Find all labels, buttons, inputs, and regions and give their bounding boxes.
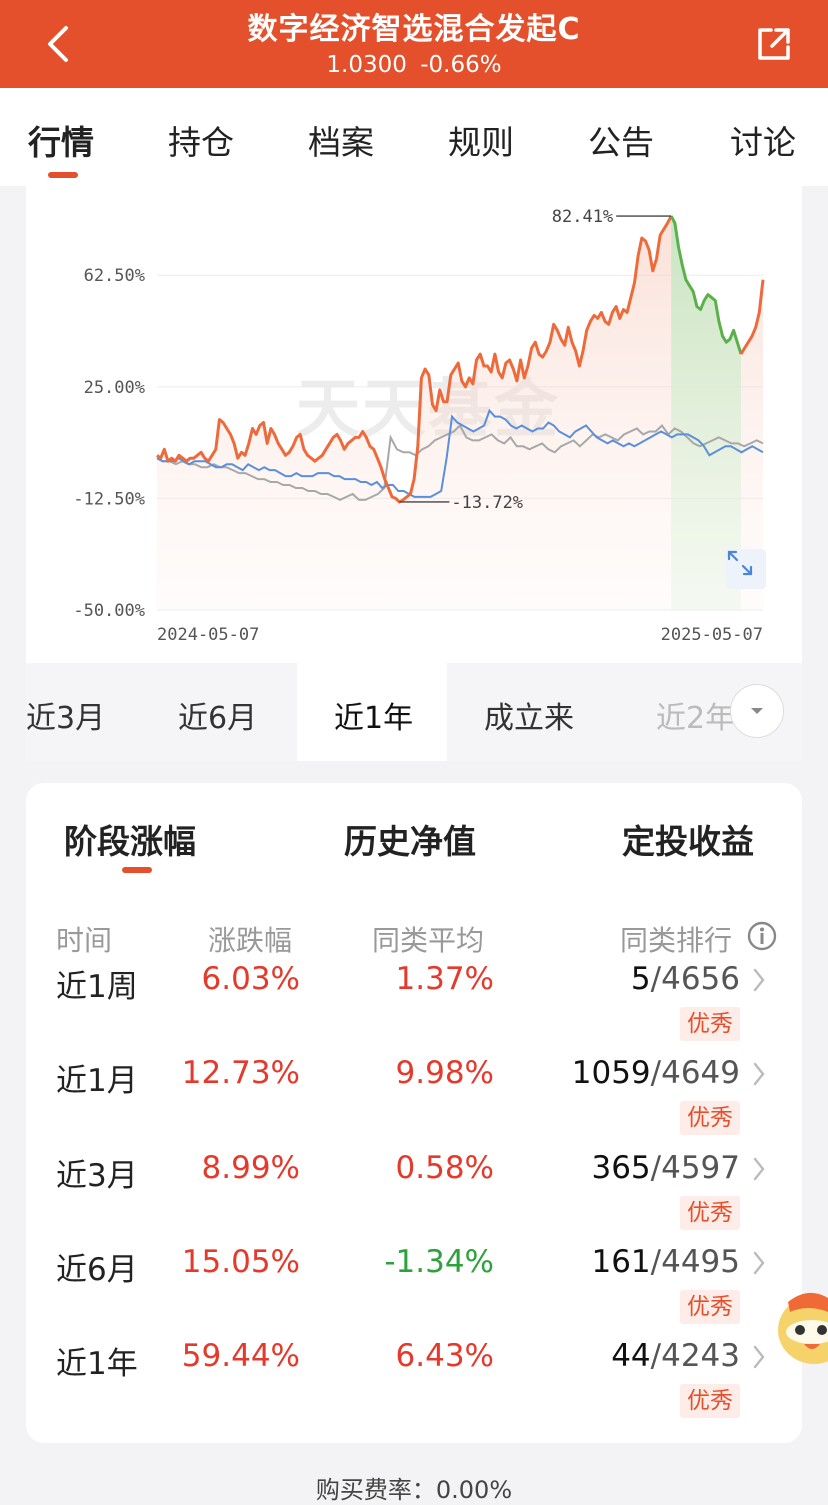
chevron-right-icon bbox=[753, 1157, 765, 1181]
row-period: 近6月 bbox=[56, 1252, 138, 1288]
caret-down-icon bbox=[751, 708, 763, 714]
chevron-right-icon bbox=[753, 1251, 765, 1275]
range-1y[interactable]: 近1年 bbox=[334, 693, 413, 737]
table-row[interactable]: 近1周 6.03% 1.37% 5/4656 优秀 bbox=[26, 961, 802, 1055]
rank-position: 5 bbox=[630, 961, 651, 997]
tab-announcements[interactable]: 公告 bbox=[588, 116, 654, 164]
status-badge: 优秀 bbox=[680, 1384, 740, 1418]
status-badge: 优秀 bbox=[680, 1101, 740, 1135]
range-3m[interactable]: 近3月 bbox=[26, 693, 105, 737]
row-change: 12.73% bbox=[181, 1055, 300, 1091]
row-peer-average: -1.34% bbox=[384, 1244, 494, 1280]
fee-value: 0.00% bbox=[435, 1476, 513, 1504]
row-period: 近1月 bbox=[56, 1063, 138, 1099]
tab-discussion[interactable]: 讨论 bbox=[730, 116, 796, 164]
y-tick-label: 25.00% bbox=[84, 378, 145, 398]
header-peer-rank: 同类排行 bbox=[620, 924, 733, 957]
rank-position: 365 bbox=[591, 1150, 651, 1186]
rank-total: /4656 bbox=[650, 961, 740, 997]
app-header: 数字经济智选混合发起C 1.0300 -0.66% bbox=[0, 0, 828, 88]
row-peer-average: 6.43% bbox=[395, 1338, 494, 1374]
range-more-button[interactable] bbox=[730, 684, 784, 738]
expand-chart-button[interactable] bbox=[726, 549, 766, 589]
chart-canvas: 62.50% 25.00% -12.50% -50.00% 2024-05-07 2025… bbox=[73, 207, 765, 645]
y-tick-label: -50.00% bbox=[73, 601, 145, 621]
chevron-right-icon bbox=[753, 1345, 765, 1369]
rank-total: /4597 bbox=[650, 1150, 740, 1186]
tab-holdings[interactable]: 持仓 bbox=[168, 116, 234, 164]
range-selector: 近3月 近6月 近1年 成立来 近2年 bbox=[26, 663, 802, 761]
tab-rules[interactable]: 规则 bbox=[448, 116, 514, 164]
table-row[interactable]: 近6月 15.05% -1.34% 161/4495 优秀 bbox=[26, 1244, 802, 1338]
row-peer-average: 1.37% bbox=[395, 961, 494, 997]
header-change: 涨跌幅 bbox=[208, 924, 293, 957]
purchase-fee: 购买费率：0.00% bbox=[0, 1470, 828, 1505]
expand-icon bbox=[727, 550, 753, 576]
nav-value: 1.0300 bbox=[326, 52, 407, 78]
nav-change: -0.66% bbox=[420, 52, 502, 78]
info-icon[interactable] bbox=[746, 920, 778, 952]
min-label: -13.72% bbox=[451, 493, 523, 513]
active-tab-indicator bbox=[48, 172, 78, 178]
status-badge: 优秀 bbox=[680, 1290, 740, 1324]
fee-label: 购买费率： bbox=[315, 1476, 436, 1504]
row-change: 8.99% bbox=[201, 1150, 300, 1186]
row-rank: 5/4656 bbox=[631, 961, 740, 997]
row-period: 近1年 bbox=[56, 1346, 138, 1382]
range-2y[interactable]: 近2年 bbox=[656, 693, 735, 737]
row-change: 59.44% bbox=[181, 1338, 300, 1374]
rank-position: 1059 bbox=[571, 1055, 651, 1091]
table-row[interactable]: 近1月 12.73% 9.98% 1059/4649 优秀 bbox=[26, 1055, 802, 1149]
max-label: 82.41% bbox=[552, 207, 613, 227]
range-since-inception[interactable]: 成立来 bbox=[484, 693, 574, 737]
subtab-sip-returns[interactable]: 定投收益 bbox=[622, 815, 754, 863]
subtab-period-returns[interactable]: 阶段涨幅 bbox=[64, 815, 196, 863]
table-row[interactable]: 近1年 59.44% 6.43% 44/4243 优秀 bbox=[26, 1338, 802, 1432]
x-end-label: 2025-05-07 bbox=[661, 625, 763, 645]
header-period: 时间 bbox=[56, 924, 113, 957]
chevron-right-icon bbox=[753, 968, 765, 992]
y-tick-label: 62.50% bbox=[84, 266, 145, 286]
x-start-label: 2024-05-07 bbox=[157, 625, 259, 645]
rank-position: 44 bbox=[611, 1338, 651, 1374]
row-period: 近1周 bbox=[56, 969, 138, 1005]
table-row[interactable]: 近3月 8.99% 0.58% 365/4597 优秀 bbox=[26, 1150, 802, 1244]
row-change: 15.05% bbox=[181, 1244, 300, 1280]
row-peer-average: 0.58% bbox=[395, 1150, 494, 1186]
row-change: 6.03% bbox=[201, 961, 300, 997]
rank-position: 161 bbox=[591, 1244, 651, 1280]
row-rank: 1059/4649 bbox=[572, 1055, 740, 1091]
mascot-icon[interactable] bbox=[774, 1282, 828, 1372]
row-period: 近3月 bbox=[56, 1158, 138, 1194]
row-rank: 365/4597 bbox=[591, 1150, 740, 1186]
main-tabs: 行情 持仓 档案 规则 公告 讨论 bbox=[0, 88, 828, 186]
tab-market[interactable]: 行情 bbox=[28, 116, 94, 164]
row-peer-average: 9.98% bbox=[395, 1055, 494, 1091]
stats-card: 阶段涨幅 历史净值 定投收益 时间 涨跌幅 同类平均 同类排行 近1周 6.03%… bbox=[26, 783, 802, 1443]
tab-profile[interactable]: 档案 bbox=[308, 116, 374, 164]
active-subtab-indicator bbox=[122, 867, 152, 873]
fund-title: 数字经济智选混合发起C bbox=[247, 12, 581, 47]
rank-total: /4243 bbox=[650, 1338, 740, 1374]
header-peer-average: 同类平均 bbox=[372, 924, 485, 957]
share-button[interactable] bbox=[750, 20, 798, 68]
performance-chart[interactable]: 天天基金 62.50%25.00%-12.50%-50.00%2024-05-0… bbox=[26, 186, 802, 663]
row-rank: 44/4243 bbox=[611, 1338, 740, 1374]
range-6m[interactable]: 近6月 bbox=[178, 693, 257, 737]
share-icon bbox=[758, 28, 790, 60]
fund-nav-line: 1.0300 -0.66% bbox=[0, 52, 828, 78]
y-tick-label: -12.50% bbox=[73, 489, 145, 509]
rank-total: /4495 bbox=[650, 1244, 740, 1280]
status-badge: 优秀 bbox=[680, 1007, 740, 1041]
status-badge: 优秀 bbox=[680, 1196, 740, 1230]
subtab-history-nav[interactable]: 历史净值 bbox=[344, 815, 476, 863]
rank-total: /4649 bbox=[650, 1055, 740, 1091]
chevron-right-icon bbox=[753, 1062, 765, 1086]
row-rank: 161/4495 bbox=[591, 1244, 740, 1280]
